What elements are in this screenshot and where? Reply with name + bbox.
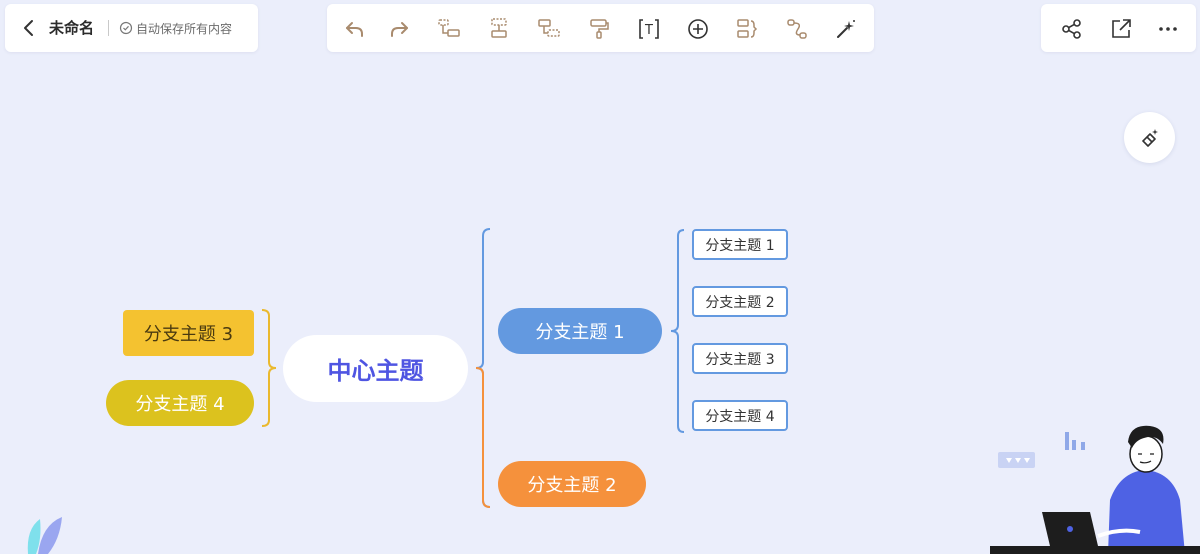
svg-text:T: T — [644, 23, 653, 38]
person-laptop-illustration — [990, 425, 1200, 554]
insert-child-topic-button[interactable] — [436, 16, 462, 42]
document-title[interactable]: 未命名 — [49, 17, 94, 38]
parent-topic-icon — [538, 19, 560, 37]
export-button[interactable] — [1108, 16, 1134, 42]
add-button[interactable] — [685, 16, 711, 42]
child-topic-icon — [438, 19, 460, 37]
back-button[interactable] — [19, 18, 39, 38]
right-bracket-lower — [475, 367, 491, 508]
subtopic-2[interactable]: 分支主题 2 — [692, 286, 788, 317]
subtopic-4[interactable]: 分支主题 4 — [692, 400, 788, 431]
actions-panel — [1041, 4, 1196, 52]
branch-topic-1[interactable]: 分支主题 1 — [498, 308, 662, 354]
summary-icon — [737, 19, 758, 38]
sibling-topic-icon — [491, 18, 507, 38]
title-panel: 未命名 自动保存所有内容 — [5, 4, 258, 52]
branch-topic-4[interactable]: 分支主题 4 — [106, 380, 254, 426]
summary-button[interactable] — [734, 16, 760, 42]
plus-circle-icon — [688, 19, 708, 39]
undo-button[interactable] — [342, 16, 368, 42]
subtopic-bracket — [670, 229, 685, 433]
relationship-icon — [787, 19, 807, 39]
autosave-status: 自动保存所有内容 — [136, 22, 233, 36]
text-button[interactable]: T — [636, 16, 662, 42]
share-icon — [1062, 19, 1081, 39]
format-painter-icon — [590, 19, 609, 39]
format-painter-button[interactable] — [586, 16, 612, 42]
title-divider — [108, 20, 109, 36]
magic-button[interactable] — [833, 16, 859, 42]
eraser-sparkle-icon — [1141, 128, 1158, 147]
more-button[interactable] — [1155, 16, 1181, 42]
subtopic-1[interactable]: 分支主题 1 — [692, 229, 788, 260]
layout-tool-button[interactable] — [1124, 112, 1175, 163]
relationship-button[interactable] — [784, 16, 810, 42]
external-link-icon — [1112, 19, 1131, 38]
branch-topic-3[interactable]: 分支主题 3 — [123, 310, 254, 356]
magic-wand-icon — [837, 20, 855, 38]
main-toolbar: T — [327, 4, 874, 52]
chevron-left-icon — [24, 20, 33, 36]
share-button[interactable] — [1059, 16, 1085, 42]
check-circle-icon — [119, 21, 133, 35]
insert-sibling-topic-button[interactable] — [486, 16, 512, 42]
text-icon: T — [639, 19, 659, 39]
more-horizontal-icon — [1159, 27, 1177, 31]
central-topic[interactable]: 中心主题 — [283, 335, 468, 402]
redo-button[interactable] — [386, 16, 412, 42]
leaf-decoration — [27, 517, 62, 554]
undo-icon — [346, 22, 363, 37]
redo-icon — [391, 22, 408, 37]
left-bracket — [261, 309, 277, 427]
subtopic-3[interactable]: 分支主题 3 — [692, 343, 788, 374]
insert-parent-topic-button[interactable] — [536, 16, 562, 42]
branch-topic-2[interactable]: 分支主题 2 — [498, 461, 646, 507]
